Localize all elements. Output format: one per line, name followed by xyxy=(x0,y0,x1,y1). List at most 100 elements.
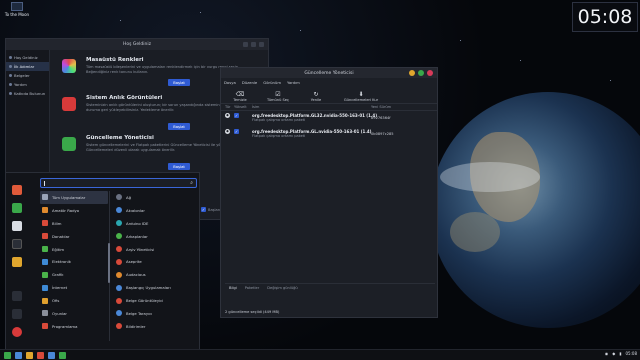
logout-icon[interactable] xyxy=(12,309,22,319)
app-item[interactable]: Arduino IDE xyxy=(114,217,198,230)
app-item[interactable]: Bildirimler xyxy=(114,320,198,333)
book-icon xyxy=(9,74,12,77)
launch-snapshots-button[interactable]: Başlat xyxy=(168,123,190,130)
menu-help[interactable]: Yardım xyxy=(287,80,300,85)
sidebar-item-help[interactable]: Yardım xyxy=(6,80,49,89)
sidebar-item-welcome[interactable]: Hoş Geldiniz xyxy=(6,53,49,62)
software-manager-icon[interactable] xyxy=(12,203,22,213)
welcome-titlebar[interactable]: Hoş Geldiniz xyxy=(6,39,268,50)
select-all-button[interactable]: ☑ Tümünü Seç xyxy=(263,91,293,102)
checkbox-icon[interactable]: ✓ xyxy=(201,207,206,212)
lock-icon[interactable] xyxy=(12,291,22,301)
app-item[interactable]: Audacious xyxy=(114,268,198,281)
show-desktop-icon[interactable] xyxy=(15,351,22,359)
close-button[interactable] xyxy=(427,70,433,76)
close-button[interactable] xyxy=(259,42,264,47)
taskbar-clock[interactable]: 05:08 xyxy=(625,351,637,356)
app-list: Ağ Akıalonlar Arduino IDE Arkaplanlar Ar… xyxy=(114,191,198,333)
startup-apps-icon xyxy=(116,284,122,291)
category-item[interactable]: Tüm Uygulamalar xyxy=(40,191,108,204)
category-item[interactable]: Elektronik xyxy=(40,255,108,268)
sidebar-item-documentation[interactable]: Belgeler xyxy=(6,71,49,80)
minimize-button[interactable] xyxy=(243,42,248,47)
window-button-icon[interactable] xyxy=(48,351,55,359)
column-upgrade[interactable]: Yükselt xyxy=(234,105,252,109)
category-item[interactable]: Donatılar xyxy=(40,230,108,243)
category-item[interactable]: Oyunlar xyxy=(40,307,108,320)
files-icon[interactable] xyxy=(12,257,22,267)
menu-file[interactable]: Dosya xyxy=(224,80,236,85)
app-item[interactable]: Arkaplanlar xyxy=(114,230,198,243)
category-item[interactable]: Grafik xyxy=(40,268,108,281)
table-row[interactable]: ◆ ✓ org.freedesktop.Platform.GL.nvidia-5… xyxy=(221,127,437,143)
minimize-button[interactable] xyxy=(409,70,415,76)
aseprite-icon xyxy=(116,258,122,265)
notifications-icon xyxy=(116,323,122,330)
app-item[interactable]: Akıalonlar xyxy=(114,204,198,217)
app-item[interactable]: Aseprite xyxy=(114,255,198,268)
battery-icon[interactable]: ▮ xyxy=(619,351,621,356)
category-item[interactable]: Programlama xyxy=(40,320,108,333)
update-manager-titlebar[interactable]: Güncelleme Yöneticisi xyxy=(221,68,437,78)
category-item[interactable]: Bilim xyxy=(40,217,108,230)
category-label: Amatör Radyo xyxy=(52,207,80,213)
office-icon xyxy=(42,297,48,304)
desktop-icon-to-the-moon[interactable]: To the Moon xyxy=(2,2,32,17)
search-input[interactable]: ⌕ xyxy=(40,178,197,188)
terminal-icon[interactable] xyxy=(12,239,22,249)
menu-bar: Dosya Düzenle Görünüm Yardım xyxy=(221,78,437,86)
column-name[interactable]: İsim xyxy=(252,105,371,109)
category-item[interactable]: Eğitim xyxy=(40,243,108,256)
system-tray: ◉ ◆ ▮ 05:08 xyxy=(605,351,637,356)
scrollbar[interactable] xyxy=(108,243,110,283)
sidebar-item-first-steps[interactable]: İlk Adımlar xyxy=(6,62,49,71)
timeshift-icon xyxy=(62,97,76,111)
maximize-button[interactable] xyxy=(251,42,256,47)
maximize-button[interactable] xyxy=(418,70,424,76)
install-updates-button[interactable]: ⬇ Güncellemeleri Kur xyxy=(339,91,383,102)
sidebar-item-contribute[interactable]: Katkıda Bulunun xyxy=(6,89,49,98)
app-item[interactable]: Ağ xyxy=(114,191,198,204)
app-item[interactable]: Arşiv Yöneticisi xyxy=(114,243,198,256)
files-icon[interactable] xyxy=(26,351,33,359)
menu-view[interactable]: Görünüm xyxy=(263,80,281,85)
category-item[interactable]: İnternet xyxy=(40,281,108,294)
upgrade-checkbox[interactable]: ✓ xyxy=(234,129,239,134)
clear-button[interactable]: ⌫ Temizle xyxy=(225,91,255,102)
firefox-icon[interactable] xyxy=(12,185,22,195)
refresh-button[interactable]: ↻ Yenile xyxy=(301,91,331,102)
tab-info[interactable]: Bilgi xyxy=(229,286,237,290)
category-item[interactable]: Ofis xyxy=(40,294,108,307)
category-label: Grafik xyxy=(52,272,64,278)
toolbar: ⌫ Temizle ☑ Tümünü Seç ↻ Yenile ⬇ Güncelleme… xyxy=(221,86,437,104)
column-type[interactable]: Tür xyxy=(221,105,234,109)
game-icon xyxy=(11,2,23,11)
window-button-icon[interactable] xyxy=(59,351,66,359)
app-item[interactable]: Belge Tarayıcı xyxy=(114,307,198,320)
electronics-icon xyxy=(42,258,48,265)
app-item[interactable]: Belge Görüntüleyici xyxy=(114,294,198,307)
volume-icon[interactable]: ◆ xyxy=(612,351,615,356)
app-item[interactable]: Başlangıç Uygulamaları xyxy=(114,281,198,294)
network-icon[interactable]: ◉ xyxy=(605,351,609,356)
refresh-icon: ↻ xyxy=(313,91,319,98)
firefox-icon[interactable] xyxy=(37,351,44,359)
settings-icon[interactable] xyxy=(12,221,22,231)
upgrade-checkbox[interactable]: ✓ xyxy=(234,113,239,118)
menu-edit[interactable]: Düzenle xyxy=(242,80,257,85)
install-icon: ⬇ xyxy=(358,91,364,98)
menu-icon[interactable] xyxy=(4,351,11,359)
package-description: Flatpak çalışma ortamı paketi xyxy=(252,118,306,122)
table-row[interactable]: ◆ ✓ org.freedesktop.Platform.GL32.nvidia… xyxy=(221,111,437,127)
power-icon[interactable] xyxy=(12,327,22,337)
app-label: Belge Görüntüleyici xyxy=(126,298,164,304)
sidebar-item-label: Belgeler xyxy=(14,73,30,78)
column-new-version[interactable]: Yeni Sürüm xyxy=(371,105,431,109)
tab-packages[interactable]: Paketler xyxy=(245,286,259,290)
tab-changelog[interactable]: Değişim günlüğü xyxy=(267,286,297,290)
launch-updates-button[interactable]: Başlat xyxy=(168,163,190,170)
category-item[interactable]: Amatör Radyo xyxy=(40,204,108,217)
steps-icon xyxy=(9,65,12,68)
audacious-icon xyxy=(116,271,122,278)
launch-colors-button[interactable]: Başlat xyxy=(168,79,190,86)
